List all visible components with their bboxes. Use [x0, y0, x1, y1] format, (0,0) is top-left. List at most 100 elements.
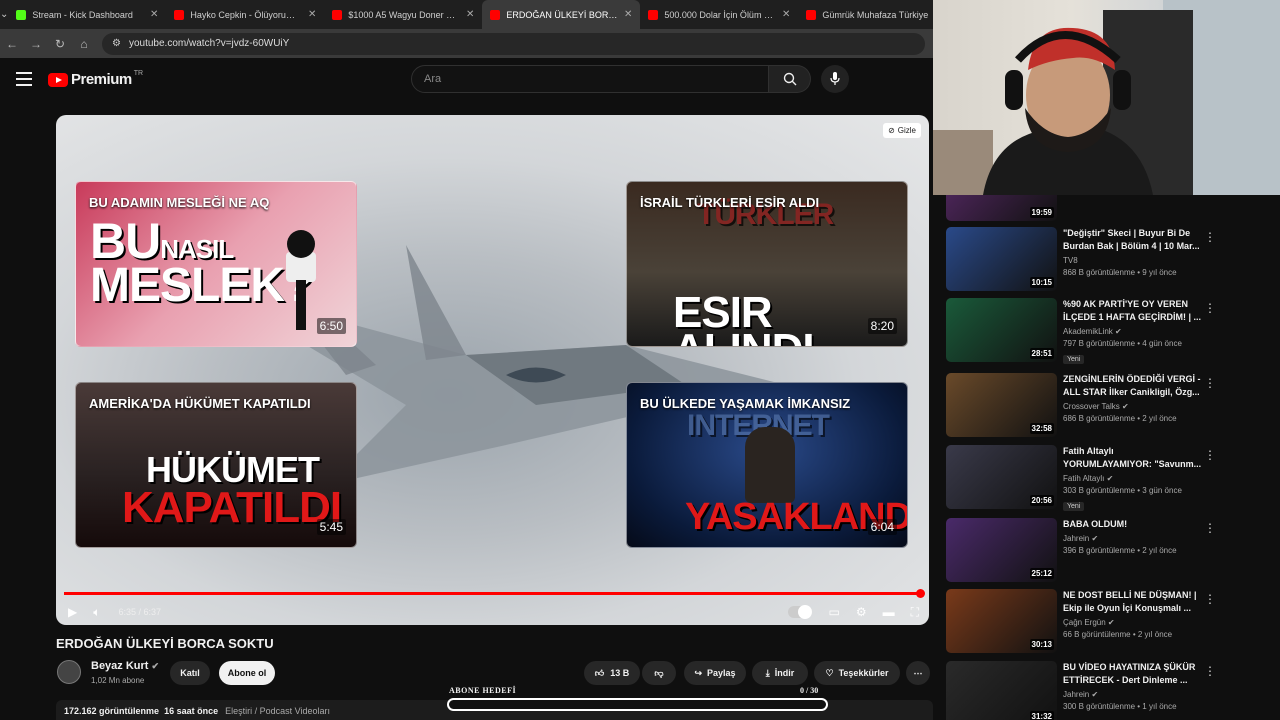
- video-player[interactable]: ⊘ Gizle BU ADAMIN MESLEĞİ NE AQ BUNASIL …: [56, 115, 929, 625]
- video-title[interactable]: ZENGİNLERİN ÖDEDİĞİ VERGİ - ALL STAR İlk…: [1063, 373, 1203, 399]
- menu-icon[interactable]: [16, 72, 32, 86]
- search-button[interactable]: [769, 65, 811, 93]
- tab-close-icon[interactable]: ✕: [308, 9, 316, 20]
- volume-icon[interactable]: 🔈︎: [93, 605, 100, 620]
- dislike-button[interactable]: 👎︎: [642, 661, 676, 685]
- tab-close-icon[interactable]: ✕: [150, 9, 158, 20]
- more-actions-button[interactable]: ⋯: [906, 661, 930, 685]
- video-thumbnail[interactable]: 28:51: [946, 298, 1057, 362]
- endscreen-card[interactable]: AMERİKA'DA HÜKÜMET KAPATILDI HÜKÜMET KAP…: [75, 382, 357, 548]
- more-icon: ⋯: [913, 667, 923, 678]
- video-title[interactable]: NE DOST BELLİ NE DÜŞMAN! | Ekip ile Oyun…: [1063, 589, 1203, 615]
- channel-avatar[interactable]: [57, 660, 81, 684]
- fullscreen-icon[interactable]: ⛶: [911, 605, 919, 620]
- tab-search-icon[interactable]: ⌄: [0, 0, 8, 29]
- subscribe-button[interactable]: Abone ol: [219, 661, 275, 685]
- endscreen-card[interactable]: INTERNET BU ÜLKEDE YAŞAMAK İMKANSIZ YASA…: [626, 382, 908, 548]
- endscreen-card[interactable]: BU ADAMIN MESLEĞİ NE AQ BUNASIL MESLEK? …: [75, 181, 357, 347]
- voice-search-button[interactable]: [821, 65, 849, 93]
- hide-cards-label: Gizle: [897, 126, 916, 135]
- video-info: %90 AK PARTİ'YE OY VEREN İLÇEDE 1 HAFTA …: [1063, 298, 1203, 366]
- video-title[interactable]: %90 AK PARTİ'YE OY VEREN İLÇEDE 1 HAFTA …: [1063, 298, 1203, 324]
- video-title[interactable]: BABA OLDUM!: [1063, 518, 1203, 531]
- video-thumbnail[interactable]: 30:13: [946, 589, 1057, 653]
- tab-close-icon[interactable]: ✕: [624, 9, 632, 20]
- endscreen-card[interactable]: TÜRKLER İSRAİL TÜRKLERİ ESİR ALDI ESIR A…: [626, 181, 908, 347]
- thanks-button[interactable]: ♡ Teşekkürler: [814, 661, 900, 685]
- forward-icon[interactable]: →: [24, 37, 48, 51]
- theater-mode-icon[interactable]: ▬: [883, 605, 895, 619]
- back-icon[interactable]: ←: [0, 37, 24, 51]
- join-button[interactable]: Katıl: [170, 661, 210, 685]
- video-title[interactable]: Fatih Altaylı YORUMLAYAMIYOR: "Savunm...: [1063, 445, 1203, 471]
- tab-close-icon[interactable]: ✕: [466, 9, 474, 20]
- recommended-video[interactable]: 30:13 NE DOST BELLİ NE DÜŞMAN! | Ekip ile…: [946, 589, 1276, 657]
- video-channel[interactable]: Crossover Talks ✔: [1063, 402, 1203, 411]
- recommended-video[interactable]: 25:12 BABA OLDUM! Jahrein ✔ 396 B görüntüle…: [946, 518, 1276, 586]
- hide-cards-button[interactable]: ⊘ Gizle: [883, 123, 921, 138]
- browser-tab[interactable]: Stream - Kick Dashboard ✕: [8, 0, 166, 29]
- more-options-icon[interactable]: ⋮: [1204, 231, 1216, 243]
- video-thumbnail[interactable]: 32:58: [946, 373, 1057, 437]
- share-button[interactable]: ↪ Paylaş: [684, 661, 746, 685]
- video-channel[interactable]: Çağn Ergün ✔: [1063, 618, 1203, 627]
- browser-tab[interactable]: $1000 A5 Wagyu Doner Kebab ✕: [324, 0, 482, 29]
- recommended-video[interactable]: 31:32 BU VİDEO HAYATINIZA ŞÜKÜR ETTİRECEK…: [946, 661, 1276, 720]
- video-thumbnail[interactable]: 25:12: [946, 518, 1057, 582]
- verified-icon: ✔: [1089, 690, 1099, 699]
- more-options-icon[interactable]: ⋮: [1204, 522, 1216, 534]
- microphone-icon: [830, 72, 840, 85]
- video-meta: 300 B görüntülenme • 1 yıl önce: [1063, 702, 1177, 711]
- channel-name[interactable]: Beyaz Kurt ✔: [91, 660, 159, 672]
- card-header: AMERİKA'DA HÜKÜMET KAPATILDI: [89, 396, 311, 411]
- video-channel[interactable]: Jahrein ✔: [1063, 690, 1203, 699]
- more-options-icon[interactable]: ⋮: [1204, 377, 1216, 389]
- more-options-icon[interactable]: ⋮: [1204, 302, 1216, 314]
- video-thumbnail[interactable]: 10:15: [946, 227, 1057, 291]
- browser-tab[interactable]: 500.000 Dolar İçin Ölüm Riskin ✕: [640, 0, 798, 29]
- play-icon[interactable]: ▶: [68, 605, 77, 619]
- more-options-icon[interactable]: ⋮: [1204, 593, 1216, 605]
- recommended-video[interactable]: 19:59: [946, 195, 1276, 225]
- verified-icon: ✔: [151, 661, 160, 671]
- video-title[interactable]: BU VİDEO HAYATINIZA ŞÜKÜR ETTİRECEK - De…: [1063, 661, 1203, 687]
- recommended-video[interactable]: 32:58 ZENGİNLERİN ÖDEDİĞİ VERGİ - ALL STA…: [946, 373, 1276, 441]
- tab-close-icon[interactable]: ✕: [782, 9, 790, 20]
- recommended-video[interactable]: 20:56 Fatih Altaylı YORUMLAYAMIYOR: "Savu…: [946, 445, 1276, 513]
- webcam-feed: [933, 0, 1280, 195]
- subtitles-icon[interactable]: ▭: [828, 605, 839, 619]
- more-options-icon[interactable]: ⋮: [1204, 665, 1216, 677]
- video-meta: 66 B görüntülenme • 2 yıl önce: [1063, 630, 1173, 639]
- video-title[interactable]: "Değiştir" Skeci | Buyur Bi De Burdan Ba…: [1063, 227, 1203, 253]
- autoplay-toggle[interactable]: [788, 605, 813, 619]
- video-info: "Değiştir" Skeci | Buyur Bi De Burdan Ba…: [1063, 227, 1203, 277]
- site-info-icon[interactable]: ⚙: [112, 38, 121, 49]
- like-button[interactable]: 👍︎ 13 B: [584, 661, 640, 685]
- verified-icon: ✔: [1105, 618, 1115, 627]
- recommended-video[interactable]: 28:51 %90 AK PARTİ'YE OY VEREN İLÇEDE 1 H…: [946, 298, 1276, 366]
- home-icon[interactable]: ⌂: [72, 37, 96, 51]
- reload-icon[interactable]: ↻: [48, 37, 72, 51]
- browser-tab[interactable]: Hayko Cepkin - Ölüyorum - You ✕: [166, 0, 324, 29]
- download-button[interactable]: ⤓ İndir: [752, 661, 808, 685]
- video-thumbnail[interactable]: 19:59: [946, 195, 1057, 221]
- video-channel[interactable]: AkademikLink ✔: [1063, 327, 1203, 336]
- goal-label: ABONE HEDEFİ: [449, 686, 517, 695]
- verified-icon: ✔: [1119, 402, 1129, 411]
- goal-progress-bar: [447, 698, 828, 711]
- video-thumbnail[interactable]: 20:56: [946, 445, 1057, 509]
- search-input[interactable]: [411, 65, 769, 93]
- video-channel[interactable]: TV8: [1063, 256, 1203, 265]
- recommended-video[interactable]: 10:15 "Değiştir" Skeci | Buyur Bi De Burd…: [946, 227, 1276, 295]
- url-field[interactable]: ⚙ youtube.com/watch?v=jvdz-60WUiY: [102, 32, 925, 55]
- more-options-icon[interactable]: ⋮: [1204, 449, 1216, 461]
- youtube-logo[interactable]: Premium TR: [48, 70, 143, 88]
- video-thumbnail[interactable]: 31:32: [946, 661, 1057, 720]
- settings-icon[interactable]: ⚙: [856, 605, 867, 619]
- browser-tab[interactable]: ERDOĞAN ÜLKEYİ BORCA SOK ✕: [482, 0, 641, 29]
- video-channel[interactable]: Fatih Altaylı ✔: [1063, 474, 1203, 483]
- progress-bar[interactable]: [64, 589, 925, 598]
- video-channel[interactable]: Jahrein ✔: [1063, 534, 1203, 543]
- video-tags: Eleştiri / Podcast Videoları: [225, 706, 330, 716]
- progress-scrubber[interactable]: [916, 589, 925, 598]
